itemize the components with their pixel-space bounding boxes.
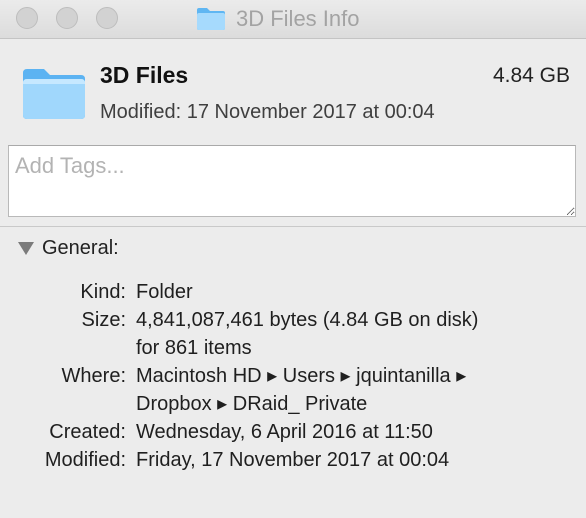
window-title-group: 3D Files Info [196,4,360,34]
info-value: Folder [136,281,193,303]
info-value: 4,841,087,461 bytes (4.84 GB on disk) [136,309,479,331]
info-value: Friday, 17 November 2017 at 00:04 [136,449,450,471]
info-label: Size: [81,309,126,331]
folder-icon [23,69,85,119]
zoom-button[interactable] [96,7,118,29]
info-label: Where: [61,365,126,387]
info-row-where-continued: Dropbox ▸ DRaid_ Private [0,390,586,418]
info-value: Wednesday, 6 April 2016 at 11:50 [136,421,433,443]
section-divider [0,226,586,227]
info-row-created: Created: Wednesday, 6 April 2016 at 11:5… [0,418,586,446]
close-button[interactable] [16,7,38,29]
title-bar[interactable]: 3D Files Info [0,0,586,39]
minimize-button[interactable] [56,7,78,29]
item-size: 4.84 GB [492,64,570,87]
info-label [0,334,136,362]
general-info-list: Kind: Folder Size: 4,841,087,461 bytes (… [0,278,586,474]
general-section-toggle[interactable]: General: [18,236,119,260]
info-window: 3D Files Info 3D Files 4.84 GB Modified:… [0,0,586,518]
tags-field[interactable] [8,145,576,217]
item-name: 3D Files [100,62,189,88]
info-value: Dropbox ▸ DRaid_ Private [136,393,368,415]
info-value: for 861 items [136,337,252,359]
info-row-where: Where: Macintosh HD ▸ Users ▸ jquintanil… [0,362,586,390]
info-label: Modified: [44,449,126,471]
info-value: Macintosh HD ▸ Users ▸ jquintanilla ▸ [136,365,467,387]
info-label [0,390,136,418]
folder-icon [197,8,225,30]
info-row-size-continued: for 861 items [0,334,586,362]
general-section-label: General: [42,236,119,259]
item-modified-date: Modified: 17 November 2017 at 00:04 [100,101,435,123]
info-row-kind: Kind: Folder [0,278,586,306]
disclosure-triangle-icon[interactable] [18,241,34,255]
info-row-modified: Modified: Friday, 17 November 2017 at 00… [0,446,586,474]
info-row-size: Size: 4,841,087,461 bytes (4.84 GB on di… [0,306,586,334]
window-title: 3D Files Info [236,6,360,31]
info-label: Kind: [80,281,126,303]
info-label: Created: [49,421,126,443]
